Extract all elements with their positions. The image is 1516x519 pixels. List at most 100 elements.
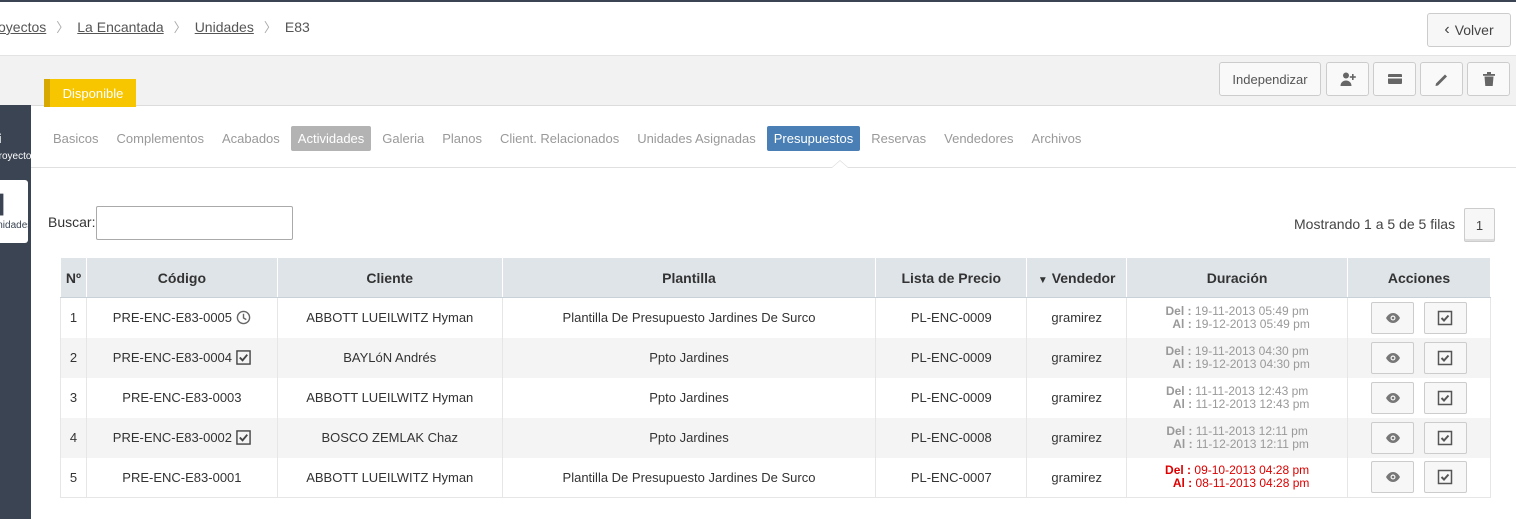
cell-price-list: PL-ENC-0007 [875, 457, 1028, 498]
duration-to: Al : 19-12-2013 04:30 pm [1127, 356, 1347, 371]
independizar-button[interactable]: Independizar [1219, 62, 1321, 96]
tab-basicos[interactable]: Basicos [46, 126, 106, 151]
tab-archivos[interactable]: Archivos [1025, 126, 1089, 151]
info-icon: i [0, 131, 2, 146]
table-row: 1 PRE-ENC-E83-0005 ABBOTT LUEILWITZ Hyman P… [60, 297, 1491, 338]
column-header-price-list[interactable]: Lista de Precio [875, 257, 1028, 298]
tab-unidades-asignadas[interactable]: Unidades Asignadas [630, 126, 763, 151]
duration-to-label: Al : [1173, 436, 1193, 451]
breadcrumb-link-unidades[interactable]: Unidades [195, 19, 254, 35]
approve-button[interactable] [1423, 421, 1467, 454]
cell-code: PRE-ENC-E83-0004 [85, 337, 278, 378]
duration-to-label: Al : [1172, 356, 1192, 371]
eye-icon [1385, 432, 1400, 443]
delete-button[interactable] [1467, 62, 1510, 96]
tab-complementos[interactable]: Complementos [110, 126, 211, 151]
breadcrumb-link-proyectos[interactable]: Proyectos [0, 19, 46, 35]
unit-icon: ▌ [0, 194, 10, 214]
check-icon [236, 350, 251, 365]
tab-galeria[interactable]: Galeria [375, 126, 431, 151]
add-user-button[interactable] [1326, 62, 1369, 96]
back-button-label: Volver [1454, 22, 1494, 38]
budget-code: PRE-ENC-E83-0002 [112, 430, 233, 445]
cell-actions [1347, 337, 1491, 378]
approve-button[interactable] [1423, 461, 1467, 494]
duration-to: Al : 08-11-2013 04:28 pm [1127, 477, 1347, 490]
tab-vendedores[interactable]: Vendedores [937, 126, 1020, 151]
tab-actividades[interactable]: Actividades [290, 126, 372, 151]
cell-template: Ppto Jardines [501, 417, 877, 458]
duration-from-value: 19-11-2013 05:49 pm [1194, 303, 1309, 318]
table-row: 2 PRE-ENC-E83-0004 BAYLóN Andrés Ppto Jardi… [60, 337, 1491, 378]
back-button[interactable]: ‹ Volver [1427, 13, 1511, 47]
cell-actions [1347, 457, 1491, 498]
cell-actions [1347, 377, 1491, 418]
eye-icon [1385, 392, 1400, 403]
column-header-seller-label: Vendedor [1051, 269, 1116, 286]
view-button[interactable] [1371, 421, 1415, 454]
cell-seller: gramirez [1026, 417, 1128, 458]
tab-client-relacionados[interactable]: Client. Relacionados [493, 126, 626, 151]
pencil-icon [1435, 74, 1447, 86]
approve-button[interactable] [1423, 341, 1467, 374]
duration-block: Del : 19-11-2013 04:30 pm Al : 19-12-2013… [1127, 344, 1347, 371]
duration-to-value: 11-12-2013 12:11 pm [1195, 436, 1309, 451]
column-header-seller[interactable]: ▼ Vendedor [1026, 257, 1128, 298]
column-header-client[interactable]: Cliente [276, 257, 503, 298]
budget-code: PRE-ENC-E83-0001 [122, 469, 242, 485]
cell-client: ABBOTT LUEILWITZ Hyman [276, 377, 503, 418]
cell-duration: Del : 19-11-2013 05:49 pm Al : 19-12-2013… [1126, 297, 1349, 338]
chevron-left-icon: ‹ [1444, 21, 1450, 38]
pagination-page-button[interactable]: 1 [1464, 208, 1495, 242]
view-button[interactable] [1371, 341, 1415, 374]
sort-desc-icon: ▼ [1037, 274, 1048, 286]
view-button[interactable] [1371, 301, 1415, 334]
card-button[interactable] [1373, 62, 1416, 96]
cell-price-list: PL-ENC-0009 [875, 377, 1028, 418]
table-header-row: Nº Código Cliente Plantilla Lista de Pre… [60, 257, 1491, 298]
duration-to-value: 11-12-2013 12:43 pm [1195, 396, 1310, 411]
approve-button[interactable] [1423, 381, 1467, 414]
eye-icon [1385, 352, 1400, 363]
view-button[interactable] [1371, 381, 1415, 414]
tab-presupuestos[interactable]: Presupuestos [766, 126, 861, 151]
search-input[interactable] [96, 206, 293, 240]
duration-to: Al : 11-12-2013 12:43 pm [1127, 396, 1347, 411]
edit-button[interactable] [1420, 62, 1463, 96]
sidebar-item-unidades[interactable]: ▌ Unidades [0, 180, 28, 243]
tab-planos[interactable]: Planos [435, 126, 489, 151]
cell-duration: Del : 19-11-2013 04:30 pm Al : 19-12-2013… [1126, 337, 1349, 378]
sidebar-item-proyectos[interactable]: i Proyectos [0, 129, 31, 171]
column-header-number[interactable]: Nº [60, 257, 87, 298]
search-label: Buscar: [48, 214, 96, 230]
approve-button[interactable] [1423, 301, 1467, 334]
duration-from-label: Del : [1166, 423, 1193, 438]
duration-from-label: Del : [1165, 383, 1192, 398]
pagination-summary: Mostrando 1 a 5 de 5 filas [1294, 216, 1456, 232]
cell-number: 3 [60, 377, 87, 418]
trash-icon [1482, 72, 1495, 86]
cell-price-list: PL-ENC-0008 [875, 417, 1028, 458]
cell-code: PRE-ENC-E83-0002 [85, 417, 278, 458]
tab-reservas[interactable]: Reservas [864, 126, 933, 151]
top-bar: Proyectos 〉 La Encantada 〉 Unidades 〉 E83 ‹ Vo… [0, 0, 1516, 56]
duration-to-value: 19-12-2013 04:30 pm [1195, 356, 1310, 371]
column-header-template[interactable]: Plantilla [501, 257, 877, 298]
column-header-code[interactable]: Código [85, 257, 278, 298]
cell-duration: Del : 11-11-2013 12:43 pm Al : 11-12-2013… [1126, 377, 1349, 418]
cell-seller: gramirez [1026, 457, 1128, 498]
eye-icon [1385, 312, 1400, 323]
cell-price-list: PL-ENC-0009 [875, 337, 1028, 378]
breadcrumb-link-la-encantada[interactable]: La Encantada [77, 19, 163, 35]
view-button[interactable] [1371, 461, 1415, 494]
duration-block: Del : 19-11-2013 05:49 pm Al : 19-12-2013… [1127, 303, 1347, 331]
breadcrumb-separator: 〉 [56, 20, 70, 35]
table-row: 5 PRE-ENC-E83-0001 ABBOTT LUEILWITZ Hyman P… [60, 457, 1491, 498]
tab-acabados[interactable]: Acabados [215, 126, 287, 151]
column-header-duration[interactable]: Duración [1126, 257, 1349, 298]
duration-block: Del : 09-10-2013 04:28 pm Al : 08-11-2013… [1127, 464, 1347, 490]
cell-code: PRE-ENC-E83-0005 [85, 297, 278, 338]
checkbox-icon [1438, 390, 1453, 405]
cell-client: ABBOTT LUEILWITZ Hyman [276, 297, 503, 338]
breadcrumb-separator: 〉 [263, 20, 277, 35]
